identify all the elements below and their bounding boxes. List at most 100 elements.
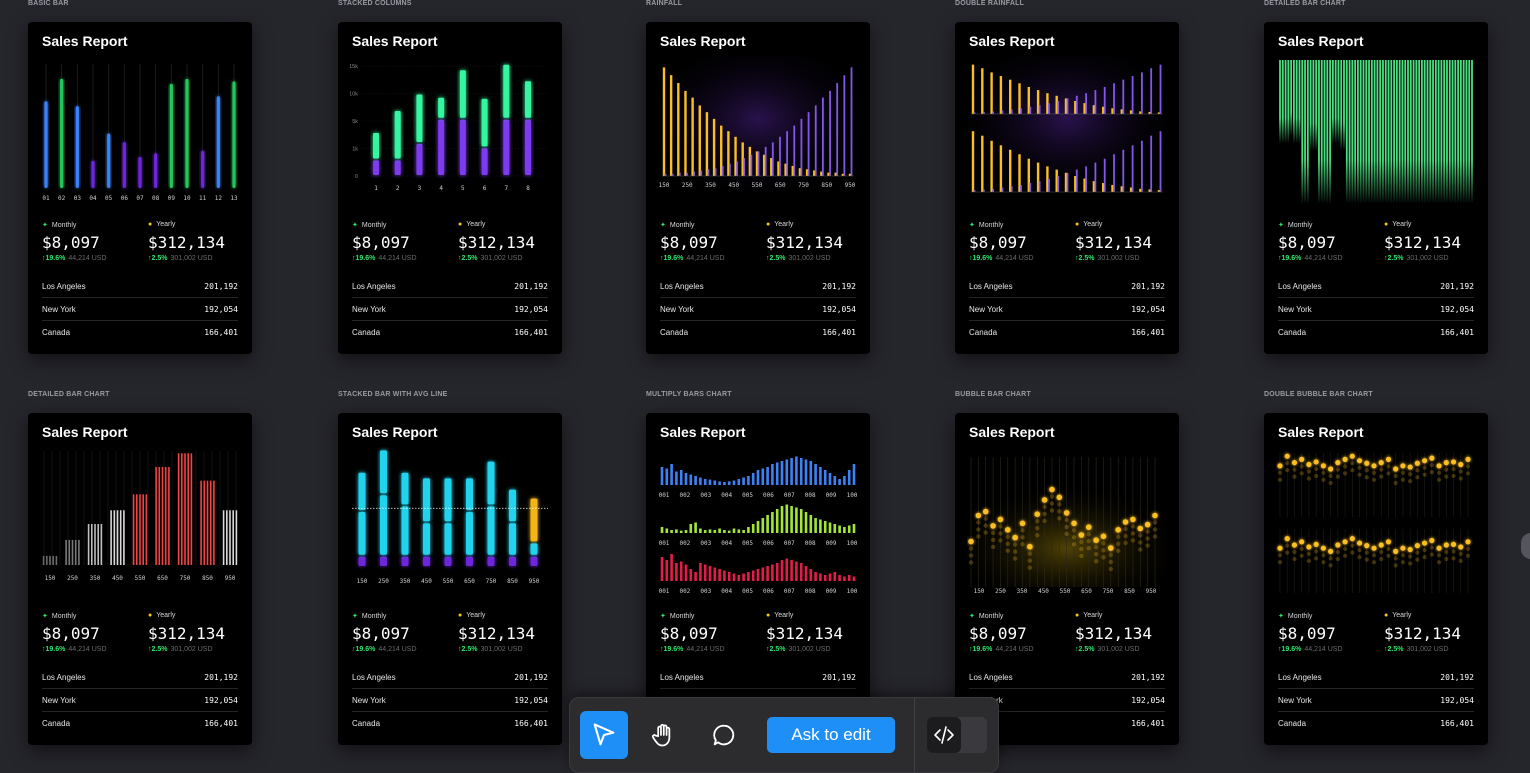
medal-icon: ● <box>1075 612 1080 619</box>
detail-bar <box>203 480 206 565</box>
medal-icon: ● <box>1384 612 1389 619</box>
comment-tool-button[interactable] <box>700 711 748 759</box>
sales-report-card[interactable]: Sales Report 150 250 350 450 550 650 750 850 950 ✦… <box>955 413 1179 745</box>
stacked-segment <box>487 461 495 505</box>
multi-bar <box>756 521 760 533</box>
table-row[interactable]: Canada 166,401 <box>352 321 548 343</box>
rain-bar <box>669 75 673 176</box>
rain-bar <box>1131 145 1134 192</box>
bubble <box>1443 542 1449 548</box>
table-row[interactable]: Los Angeles 201,192 <box>660 275 856 298</box>
monthly-change-usd: 44,214 USD <box>1304 255 1343 262</box>
sales-report-card[interactable]: Sales Report ✦ Monthly ● Yearly $8,097 $312,13… <box>955 22 1179 354</box>
bubble-trail <box>1357 472 1362 477</box>
y-tick-label: 0 <box>355 174 358 180</box>
table-row[interactable]: Canada 166,401 <box>42 321 238 343</box>
table-row[interactable]: New York 192,054 <box>969 298 1165 321</box>
bubble-trail <box>1335 549 1340 555</box>
table-row[interactable]: Los Angeles 201,192 <box>660 666 856 689</box>
detail-bar <box>1309 60 1312 150</box>
hand-tool-button[interactable] <box>640 711 688 759</box>
table-row[interactable]: Los Angeles 201,192 <box>352 666 548 689</box>
table-row[interactable]: Los Angeles 201,192 <box>969 275 1165 298</box>
rain-bar <box>1075 169 1078 192</box>
bubble-trail <box>1408 554 1413 559</box>
x-tick-label: 07 <box>136 195 144 202</box>
ask-to-edit-button[interactable]: Ask to edit <box>767 717 895 753</box>
sales-report-card[interactable]: Sales Report 150 250 350 450 550 650 750 850 950 ✦… <box>646 22 870 354</box>
multi-bar <box>809 515 813 533</box>
detail-bar <box>187 453 189 565</box>
table-row[interactable]: New York 192,054 <box>352 689 548 712</box>
bubble-trail <box>1393 556 1398 561</box>
sales-report-card[interactable]: Sales Report 001 002 003 004 005 006 007 008 009 1… <box>646 413 870 745</box>
bubble-trail <box>983 516 988 521</box>
bubble <box>1284 536 1290 542</box>
yearly-value: $312,134 <box>1075 624 1153 643</box>
sales-report-card[interactable]: Sales Report 150 250 350 450 550 650 750 850 950 ✦… <box>338 413 562 745</box>
bubble <box>1364 460 1370 466</box>
sales-report-card[interactable]: Sales Report ✦ Monthly ● Yearly $8,097 $312,13… <box>1264 413 1488 745</box>
table-row[interactable]: Los Angeles 201,192 <box>1278 666 1474 689</box>
yearly-change-pct: ↑2.5% <box>766 646 786 653</box>
multi-bar <box>679 561 683 581</box>
rain-bar <box>750 154 753 176</box>
table-row[interactable]: Los Angeles 201,192 <box>969 666 1165 689</box>
table-row[interactable]: Canada 166,401 <box>42 712 238 734</box>
yearly-label-row: ● Yearly <box>766 221 793 228</box>
rain-bar <box>793 125 796 176</box>
y-tick-label: 1k <box>352 147 358 153</box>
sales-report-card[interactable]: Sales Report 0 1k 5k 10k 15k 1 2 3 4 5 6 7 8 ✦ Monthly ●… <box>338 22 562 354</box>
table-row[interactable]: New York 192,054 <box>42 298 238 321</box>
x-tick-label: 008 <box>805 540 816 547</box>
monthly-change: ↑19.6% 44,214 USD <box>352 646 417 653</box>
sales-report-card[interactable]: Sales Report ✦ Monthly ● Yearly $8,097 $312,13… <box>1264 22 1488 354</box>
bubble-trail <box>1130 531 1136 536</box>
table-row[interactable]: New York 192,054 <box>1278 689 1474 712</box>
city-table: Los Angeles 201,192 New York 192,054 Canada 1… <box>352 666 548 734</box>
table-row[interactable]: Canada 166,401 <box>1278 712 1474 734</box>
sales-report-card[interactable]: Sales Report 150 250 350 450 550 650 750 850 950 ✦… <box>28 413 252 745</box>
medal-icon: ● <box>766 612 771 619</box>
multi-bar <box>814 518 817 533</box>
chart-svg: 150 250 350 450 550 650 750 850 950 <box>42 451 238 582</box>
x-tick-label: 650 <box>775 182 786 189</box>
code-toggle-knob <box>927 717 961 753</box>
x-tick-label: 750 <box>1103 588 1114 595</box>
detail-bar <box>1465 60 1468 203</box>
x-tick-label: 450 <box>728 182 739 189</box>
table-row[interactable]: New York 192,054 <box>42 689 238 712</box>
side-panel-handle[interactable] <box>1521 533 1530 559</box>
detail-bar <box>139 494 141 565</box>
detail-bar <box>1393 60 1395 203</box>
multi-bar <box>847 470 851 485</box>
chart-area: 150 250 350 450 550 650 750 850 950 <box>967 447 1167 599</box>
table-row[interactable]: Canada 166,401 <box>1278 321 1474 343</box>
table-row[interactable]: New York 192,054 <box>1278 298 1474 321</box>
table-row[interactable]: New York 192,054 <box>660 298 856 321</box>
bubble-trail <box>1035 526 1040 531</box>
bubble-trail <box>1415 550 1420 555</box>
table-row[interactable]: Canada 166,401 <box>660 321 856 343</box>
table-row[interactable]: Los Angeles 201,192 <box>42 666 238 689</box>
bubble-trail <box>1314 549 1319 554</box>
monthly-label-row: ✦ Monthly <box>352 612 386 620</box>
table-row[interactable]: Los Angeles 201,192 <box>42 275 238 298</box>
table-row[interactable]: New York 192,054 <box>352 298 548 321</box>
bubble <box>1371 545 1377 551</box>
multi-bar <box>670 464 673 485</box>
yearly-value: $312,134 <box>766 624 844 643</box>
table-row[interactable]: Los Angeles 201,192 <box>352 275 548 298</box>
bubble-trail <box>1071 542 1077 547</box>
table-row[interactable]: Canada 166,401 <box>352 712 548 734</box>
x-tick-label: 08 <box>152 195 160 202</box>
table-row[interactable]: Canada 166,401 <box>969 321 1165 343</box>
detail-bar <box>1370 60 1373 203</box>
sales-report-card[interactable]: Sales Report 01 02 03 04 05 06 07 08 09 10 11 12 13 ✦ M… <box>28 22 252 354</box>
bubble-trail <box>1292 467 1297 472</box>
table-row[interactable]: Los Angeles 201,192 <box>1278 275 1474 298</box>
code-view-toggle[interactable] <box>927 717 987 753</box>
detail-bar <box>184 453 186 565</box>
cursor-tool-button[interactable] <box>580 711 628 759</box>
bubble-trail <box>1079 539 1084 545</box>
